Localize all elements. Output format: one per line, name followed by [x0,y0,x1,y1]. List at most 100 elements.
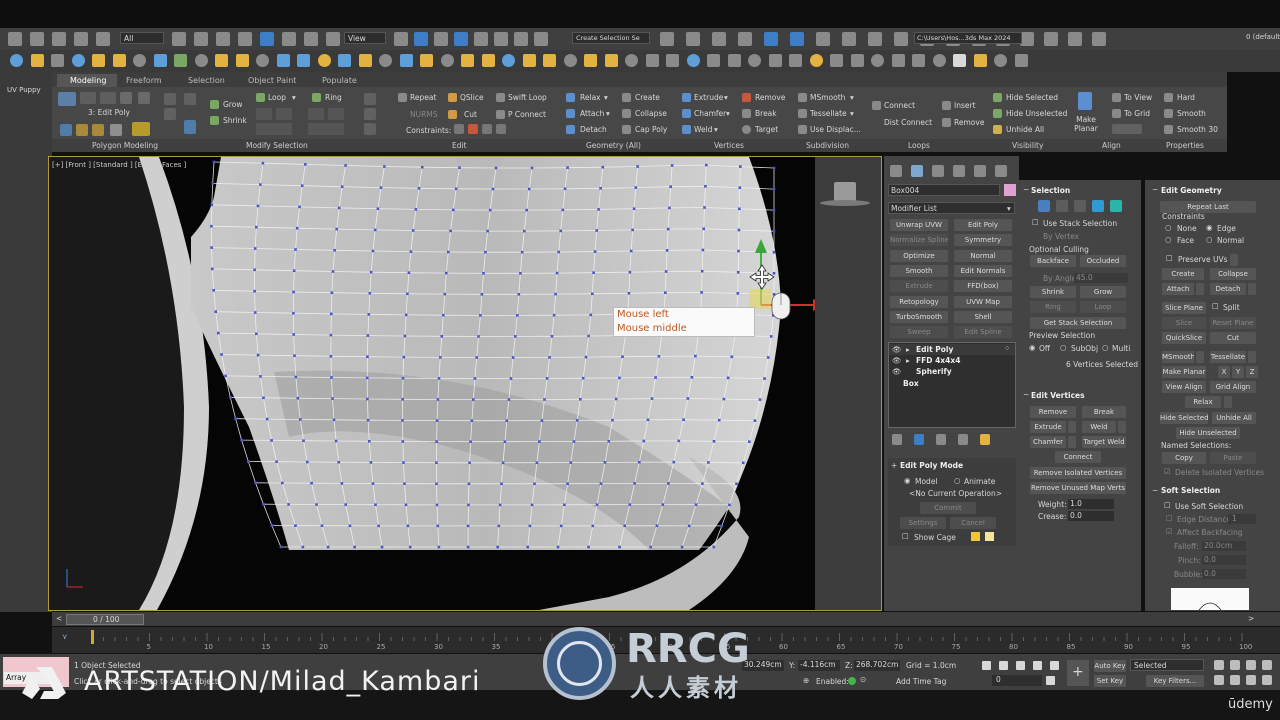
rollout-minus-icon[interactable]: − [1152,486,1158,495]
mesh-vertex[interactable] [530,166,534,170]
toggle-scene-explorer-icon[interactable] [712,32,726,46]
break-button[interactable]: Break [755,109,777,118]
mesh-vertex[interactable] [603,461,607,464]
set-key-button[interactable]: Set Key [1094,675,1126,687]
mesh-vertex[interactable] [369,270,373,274]
element-mode-icon[interactable] [138,92,150,104]
mesh-vertex[interactable] [367,313,371,316]
mesh-vertex[interactable] [569,461,573,464]
mesh-vertex[interactable] [664,291,667,294]
nurms-button[interactable]: NURMS [410,110,438,119]
mesh-vertex[interactable] [279,545,283,549]
mesh-vertex[interactable] [406,524,410,528]
modifier-button-shell[interactable]: Shell [954,310,1012,323]
mesh-vertex[interactable] [210,246,213,249]
bubble-spinner[interactable]: 0.0 [1202,569,1246,579]
toolbar-tool-icon-9[interactable] [174,54,187,67]
msmooth-settings-icon[interactable] [1196,351,1204,363]
edge-distance-checkbox[interactable]: ☐ [1166,514,1173,523]
auto-key-button[interactable]: Auto Key [1094,660,1126,672]
mesh-vertex[interactable] [326,545,330,549]
constraint-none-radio-icon[interactable]: ○ [1165,223,1172,232]
group-modify-selection[interactable]: Modify Selection [246,141,308,150]
toolbar-tool-icon-34[interactable] [686,54,700,67]
mesh-vertex[interactable] [240,438,243,442]
remove-vertex-button[interactable]: Remove [1030,406,1076,418]
edge-distance-spinner[interactable]: 1 [1228,514,1256,524]
paste-named-button[interactable]: Paste [1210,452,1256,464]
mesh-vertex[interactable] [726,376,730,380]
toolbar-tool-icon-36[interactable] [727,54,741,67]
mesh-vertex[interactable] [466,545,470,549]
mesh-vertex[interactable] [210,224,213,228]
relax-settings-icon[interactable] [1224,396,1232,408]
rect-selection-icon[interactable] [216,32,230,46]
slider-right-arrow-icon[interactable]: > [1248,614,1254,623]
toggle-ribbon-icon[interactable] [764,32,778,46]
rollout-plus-icon[interactable]: + [891,461,897,470]
element-subobj-icon[interactable] [1110,200,1122,212]
mesh-vertex[interactable] [373,228,377,232]
mesh-vertex[interactable] [507,398,511,401]
toolbar-tool-icon-35[interactable] [707,54,720,67]
weld-vertex-button[interactable]: Weld [1082,421,1116,433]
collapse-button[interactable]: Collapse [635,109,667,118]
constraint-face-icon[interactable] [482,124,492,134]
hierarchy-tab-icon[interactable] [932,165,944,177]
to-view-button[interactable]: To View [1124,93,1152,102]
modify-tab-icon[interactable] [911,165,923,177]
mesh-vertex[interactable] [211,182,214,185]
tessellate-dropdown-icon[interactable]: ▾ [850,109,854,118]
mesh-vertex[interactable] [503,440,507,443]
mesh-vertex[interactable] [530,503,534,507]
toolbar-tool-icon-45[interactable] [912,54,925,67]
hard-button[interactable]: Hard [1177,93,1195,102]
mesh-vertex[interactable] [366,397,369,401]
mesh-vertex[interactable] [498,503,502,507]
mesh-vertex[interactable] [435,440,438,443]
constraint-edge-icon[interactable] [468,124,478,134]
mesh-vertex[interactable] [561,208,565,212]
mesh-vertex[interactable] [707,461,710,464]
mesh-vertex[interactable] [294,248,297,251]
mesh-vertex[interactable] [334,439,338,443]
slider-left-arrow-icon[interactable]: < [56,614,62,623]
mirror-icon[interactable] [660,32,674,46]
unhide-all-geom-button[interactable]: Unhide All [1212,412,1256,424]
mesh-vertex[interactable] [340,482,344,485]
pin-stack-icon[interactable] [60,124,72,136]
mesh-vertex[interactable] [383,165,386,168]
mesh-vertex[interactable] [466,524,470,528]
toolbar-tool-icon-33[interactable] [666,54,679,67]
mesh-vertex[interactable] [722,397,726,401]
expand-arrow-icon[interactable]: ▸ [906,345,910,354]
mesh-vertex[interactable] [270,439,273,442]
modifier-button-normal[interactable]: Normal [954,249,1012,262]
modifier-list-dropdown[interactable]: Modifier List ▾ [888,202,1015,214]
mesh-vertex[interactable] [735,482,738,486]
mesh-vertex[interactable] [254,481,257,485]
selection-title[interactable]: Selection [1031,186,1070,195]
ring-sel-button[interactable]: Ring [1030,301,1076,313]
select-manipulate-icon[interactable] [414,32,428,46]
mesh-vertex[interactable] [494,166,498,170]
mesh-vertex[interactable] [293,354,296,357]
mesh-vertex[interactable] [623,524,626,528]
tab-freeform[interactable]: Freeform [126,75,162,86]
mesh-vertex[interactable] [533,482,536,486]
mesh-vertex[interactable] [538,440,541,443]
select-object-icon[interactable] [172,32,186,46]
mesh-vertex[interactable] [259,375,262,378]
break-vertex-button[interactable]: Break [1082,406,1126,418]
key-filters-button[interactable]: Key Filters... [1146,675,1204,687]
viewcube-ring[interactable] [820,200,870,206]
mesh-vertex[interactable] [344,503,347,506]
mesh-vertex[interactable] [559,524,563,528]
loop-dropdown-icon[interactable]: ▾ [292,93,296,102]
mesh-vertex[interactable] [329,333,333,337]
toolbar-tool-icon-43[interactable] [871,54,884,67]
mesh-vertex[interactable] [686,397,690,400]
mesh-vertex[interactable] [437,377,441,380]
edge-subobj-icon[interactable] [1056,200,1068,212]
mesh-vertex[interactable] [700,291,703,294]
